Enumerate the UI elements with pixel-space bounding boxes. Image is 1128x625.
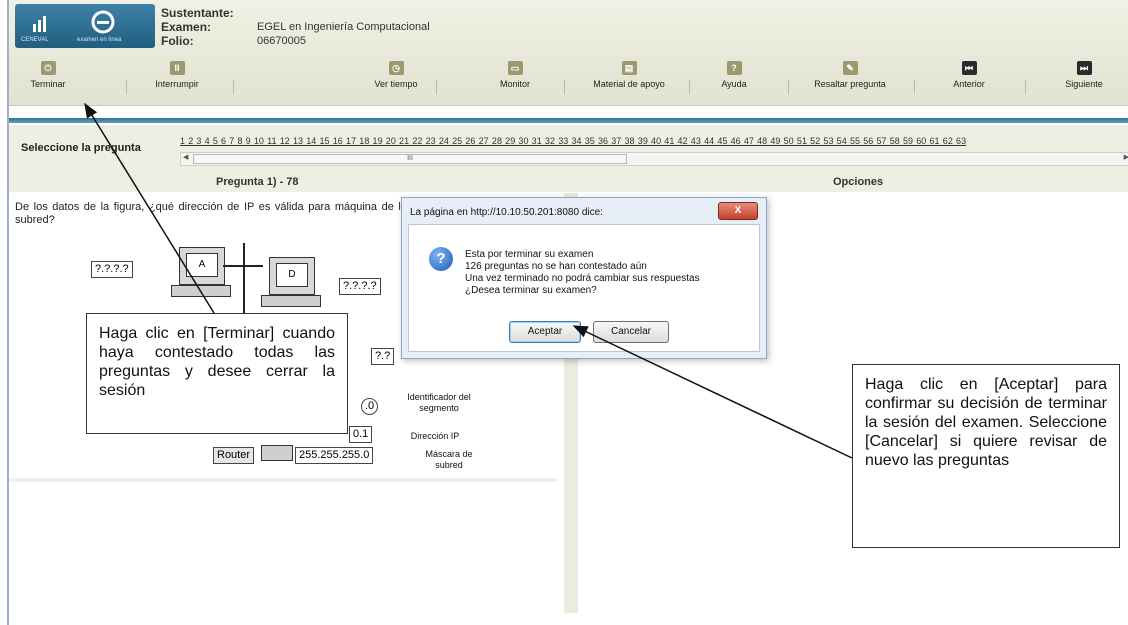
dialog-line: Esta por terminar su examen (465, 249, 594, 260)
pause-icon: II (169, 61, 185, 75)
ip-label: Dirección IP (410, 431, 460, 441)
router-icon (261, 445, 293, 461)
network-line (223, 265, 263, 267)
header-stripe (9, 118, 1128, 123)
siguiente-button[interactable]: ⏭ Siguiente (1059, 58, 1109, 98)
anterior-label: Anterior (953, 79, 985, 89)
terminar-button[interactable]: ⏻ Terminar (23, 58, 73, 98)
close-icon: X (734, 205, 742, 216)
header-bar: CENEVAL examen en línea Sustentante: Exa… (9, 0, 1128, 106)
ip-box-mid: ?.? (371, 348, 395, 365)
question-number-links[interactable]: 1 2 3 4 5 6 7 8 9 10 11 12 13 14 15 16 1… (180, 136, 966, 146)
pencil-icon: ✎ (842, 61, 858, 75)
dialog-close-button[interactable]: X (718, 202, 758, 220)
folio-value: 06670005 (257, 35, 306, 47)
scroll-left-icon[interactable]: ◀ (183, 153, 188, 163)
question-scrollbar[interactable]: ◀ III ▶ (180, 152, 1128, 166)
mask-value: 255.255.255.0 (295, 447, 374, 464)
toolbar-separator (126, 80, 127, 94)
logo-text-right: examen en línea (77, 37, 122, 43)
anterior-button[interactable]: ⏮ Anterior (944, 58, 994, 98)
interrumpir-label: Interrumpir (155, 79, 199, 89)
siguiente-label: Siguiente (1065, 79, 1103, 89)
material-apoyo-button[interactable]: ▤ Material de apoyo (587, 58, 671, 98)
ayuda-label: Ayuda (721, 79, 747, 89)
toolbar-separator (436, 80, 437, 94)
question-selector: Seleccione la pregunta 1 2 3 4 5 6 7 8 9… (9, 125, 1128, 175)
examen-label: Examen: (161, 20, 212, 34)
resaltar-pregunta-button[interactable]: ✎ Resaltar pregunta (805, 58, 895, 98)
clock-icon: ◷ (388, 61, 404, 75)
aceptar-button[interactable]: Aceptar (509, 321, 581, 343)
ip-box-right: ?.?.?.? (339, 278, 381, 295)
toolbar-separator (689, 80, 690, 94)
dialog-line: ¿Desea terminar su examen? (465, 285, 597, 296)
toolbar-separator (914, 80, 915, 94)
exam-window: CENEVAL examen en línea Sustentante: Exa… (7, 0, 1128, 625)
skip-back-icon: ⏮ (961, 61, 977, 75)
ceneval-logo-icon (33, 16, 46, 32)
router-label: Router (213, 447, 255, 464)
scrollbar-thumb[interactable]: III (193, 154, 627, 164)
dialog-title: La página en http://10.10.50.201:8080 di… (410, 207, 603, 218)
computer-d-icon: D (269, 257, 315, 295)
document-icon: ▤ (621, 61, 637, 75)
ip-box-left: ?.?.?.? (91, 261, 133, 278)
dialog-line: Una vez terminado no podrá cambiar sus r… (465, 273, 700, 284)
skip-forward-icon: ⏭ (1076, 61, 1092, 75)
ceneval-logo: CENEVAL examen en línea (15, 4, 155, 48)
examen-value: EGEL en Ingeniería Computacional (257, 21, 430, 33)
computer-d-base (261, 295, 321, 307)
question-text: De los datos de la figura, ¿qué direcció… (15, 201, 407, 226)
interrumpir-button[interactable]: II Interrumpir (149, 58, 205, 98)
dialog-line: 126 preguntas no se han contestado aún (465, 261, 647, 272)
sustentante-label: Sustentante: (161, 6, 234, 20)
mask-label: Máscara de subred (425, 449, 473, 470)
computer-a-icon: A (179, 247, 225, 285)
toolbar-separator (1025, 80, 1026, 94)
toolbar-separator (233, 80, 234, 94)
network-line (243, 243, 245, 323)
logo-text-left: CENEVAL (21, 37, 49, 43)
folio-label: Folio: (161, 34, 194, 48)
toolbar-separator (788, 80, 789, 94)
help-icon: ? (726, 61, 742, 75)
toolbar-separator (564, 80, 565, 94)
cancelar-button[interactable]: Cancelar (593, 321, 669, 343)
question-pane-bottom (9, 478, 557, 482)
aceptar-callout: Haga clic en [Aceptar] para confirmar su… (852, 364, 1120, 548)
ip-value: 0.1 (349, 426, 373, 443)
question-icon: ? (429, 247, 453, 271)
examen-en-linea-icon (91, 10, 115, 34)
ver-tiempo-button[interactable]: ◷ Ver tiempo (369, 58, 423, 98)
material-label: Material de apoyo (593, 79, 665, 89)
computer-a-label: A (186, 253, 218, 277)
dialog-body: ? Esta por terminar su examen 126 pregun… (408, 224, 760, 352)
monitor-icon: ▭ (507, 61, 523, 75)
dialog-message: Esta por terminar su examen 126 pregunta… (465, 249, 700, 297)
monitor-label: Monitor (499, 79, 530, 89)
power-icon: ⏻ (40, 61, 56, 75)
computer-d-label: D (276, 263, 308, 287)
terminar-callout: Haga clic en [Terminar] cuando haya cont… (86, 313, 348, 434)
segment-value: .0 (361, 398, 379, 415)
question-header: Pregunta 1) - 78 (216, 176, 299, 188)
scroll-right-icon[interactable]: ▶ (1124, 153, 1128, 163)
ver-tiempo-label: Ver tiempo (374, 79, 418, 89)
selector-label: Seleccione la pregunta (21, 142, 141, 154)
column-header-bar (9, 175, 1128, 192)
computer-a-base (171, 285, 231, 297)
terminar-label: Terminar (30, 79, 66, 89)
toolbar: ⏻ Terminar II Interrumpir ◷ Ver tiempo ▭… (9, 58, 1128, 98)
segment-label: Identificador del segmento (407, 392, 471, 413)
options-header: Opciones (833, 176, 884, 188)
monitor-button[interactable]: ▭ Monitor (492, 58, 538, 98)
ayuda-button[interactable]: ? Ayuda (711, 58, 757, 98)
confirm-dialog: La página en http://10.10.50.201:8080 di… (401, 197, 767, 359)
resaltar-label: Resaltar pregunta (814, 79, 886, 89)
